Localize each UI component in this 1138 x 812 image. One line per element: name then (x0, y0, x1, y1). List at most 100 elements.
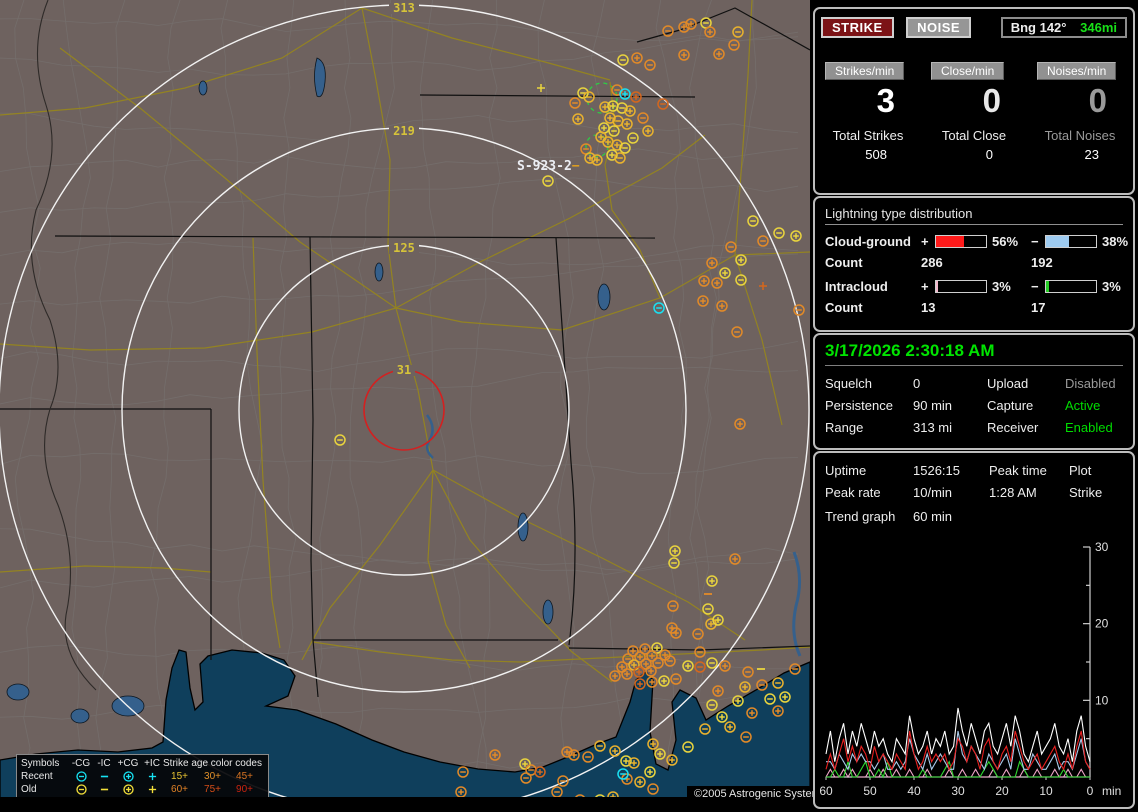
map-canvas: 313 219 125 31 S-923-2− (0, 0, 810, 812)
plot-mode-value: Strike (1069, 485, 1103, 500)
old-pos-cg-icon (115, 783, 141, 796)
old-pos-ic-icon (141, 783, 163, 796)
strike-symbol (122, 771, 134, 782)
storm-cell-label: S-923-2− (517, 159, 580, 174)
uptime-label: Uptime (825, 463, 867, 478)
receiver-label: Receiver (987, 420, 1039, 435)
cg-positive-bar (935, 235, 987, 248)
count-label: Count (825, 255, 863, 270)
strike-symbol (75, 784, 87, 795)
legend-age-header: Strike age color codes (163, 758, 262, 769)
plus-sign: + (921, 279, 929, 294)
cg-negative-count: 192 (1031, 255, 1053, 270)
recent-pos-cg-icon (115, 770, 141, 783)
old-neg-cg-icon (69, 783, 93, 796)
legend-header-row: Symbols -CG -IC +CG +IC Strike age color… (21, 757, 264, 770)
peak-time-label: Peak time (989, 463, 1047, 478)
lightning-map[interactable]: 313 219 125 31 S-923-2− Symbols -CG -IC +CG… (0, 0, 834, 812)
trend-graph-label: Trend graph (825, 509, 896, 524)
svg-text:60: 60 (819, 784, 833, 798)
age-code: 15+ (171, 771, 188, 782)
svg-text:125: 125 (393, 241, 415, 255)
cg-negative-pct: 38% (1102, 234, 1129, 249)
recent-neg-ic-icon (93, 770, 115, 783)
uptime-value: 1526:15 (913, 463, 960, 478)
status-panel: 3/17/2026 2:30:18 AM Squelch 0 Upload Di… (813, 333, 1135, 450)
svg-text:30: 30 (951, 784, 965, 798)
ic-negative-count: 17 (1031, 300, 1046, 315)
squelch-value: 0 (913, 376, 921, 391)
bearing-readout: Bng 142° 346mi (1000, 17, 1127, 38)
close-per-min-chip: Close/min (931, 62, 1005, 80)
total-strikes-value: 508 (865, 147, 887, 162)
recent-pos-ic-icon (141, 770, 163, 783)
cloud-ground-counts: Count 286 192 (825, 255, 1133, 270)
range-value: 313 mi (913, 420, 953, 435)
bearing-value: Bng 142° (1010, 20, 1067, 35)
receiver-status: Enabled (1065, 420, 1113, 435)
svg-text:20: 20 (1095, 617, 1109, 631)
trend-series-ic-positive (826, 759, 1090, 779)
svg-text:219: 219 (393, 124, 415, 138)
legend-old-row: Old 60+ 75+ 90+ (21, 783, 264, 796)
svg-text:0: 0 (1087, 784, 1094, 798)
minus-sign: − (1031, 234, 1039, 249)
total-noises-label: Total Noises (1044, 128, 1116, 143)
age-code: 75+ (204, 784, 221, 795)
age-codes-row-1: 15+ 30+ 45+ (163, 771, 260, 782)
bearing-range-value: 346mi (1080, 20, 1117, 35)
total-close-label: Total Close (941, 128, 1007, 143)
cloud-ground-row: Cloud-ground + 56% − 38% (825, 234, 1133, 249)
age-code: 60+ (171, 784, 188, 795)
minus-sign: − (1031, 279, 1039, 294)
symbol-legend: Symbols -CG -IC +CG +IC Strike age color… (16, 754, 269, 800)
age-codes-row-2: 60+ 75+ 90+ (163, 784, 260, 795)
settings-grid: Squelch 0 Upload Disabled Persistence 90… (825, 376, 1133, 435)
legend-old-label: Old (21, 784, 37, 795)
datetime-display: 3/17/2026 2:30:18 AM (825, 341, 1123, 366)
strikes-per-min-chip: Strikes/min (825, 62, 905, 80)
svg-text:313: 313 (393, 1, 415, 15)
intracloud-label: Intracloud (825, 279, 888, 294)
distribution-panel: Lightning type distribution Cloud-ground… (813, 196, 1135, 332)
peak-time-value: 1:28 AM (989, 485, 1037, 500)
persistence-value: 90 min (913, 398, 953, 413)
ic-negative-bar (1045, 280, 1097, 293)
ic-positive-pct: 3% (992, 279, 1011, 294)
cg-positive-pct: 56% (992, 234, 1019, 249)
upload-status: Disabled (1065, 376, 1116, 391)
squelch-label: Squelch (825, 376, 872, 391)
noise-button[interactable]: NOISE (906, 17, 972, 38)
legend-col-pos-ic: +IC (144, 758, 160, 769)
total-noises-value: 23 (1084, 147, 1099, 162)
ic-positive-bar (935, 280, 987, 293)
trend-window-row: Trend graph 60 min (825, 509, 1133, 524)
trend-panel: Uptime 1526:15 Peak time Plot Peak rate … (813, 451, 1135, 809)
ic-positive-count: 13 (921, 300, 936, 315)
trend-series-ic-negative (825, 768, 1090, 779)
svg-text:50: 50 (863, 784, 877, 798)
capture-label: Capture (987, 398, 1034, 413)
trend-window-value: 60 min (913, 509, 953, 524)
strike-symbol (148, 785, 156, 794)
total-strikes-label: Total Strikes (832, 128, 904, 143)
plot-label: Plot (1069, 463, 1092, 478)
legend-col-neg-ic: -IC (97, 758, 111, 769)
svg-text:10: 10 (1039, 784, 1053, 798)
strike-symbol (122, 784, 134, 795)
persistence-label: Persistence (825, 398, 893, 413)
svg-text:min: min (1102, 784, 1121, 798)
capture-status: Active (1065, 398, 1101, 413)
cg-negative-bar (1045, 235, 1097, 248)
legend-symbols-header: Symbols (21, 758, 60, 769)
noises-per-min-value: 0 (1088, 82, 1107, 119)
peak-rate-label: Peak rate (825, 485, 881, 500)
strike-symbol (75, 771, 87, 782)
uptime-grid: Uptime 1526:15 Peak time Plot Peak rate … (825, 463, 1133, 500)
count-label: Count (825, 300, 863, 315)
old-neg-ic-icon (93, 783, 115, 796)
copyright-text: ©2005 Astrogenic Systems (687, 786, 834, 802)
close-per-min-value: 0 (982, 82, 1001, 119)
age-code: 90+ (236, 784, 253, 795)
strike-button[interactable]: STRIKE (821, 17, 894, 38)
